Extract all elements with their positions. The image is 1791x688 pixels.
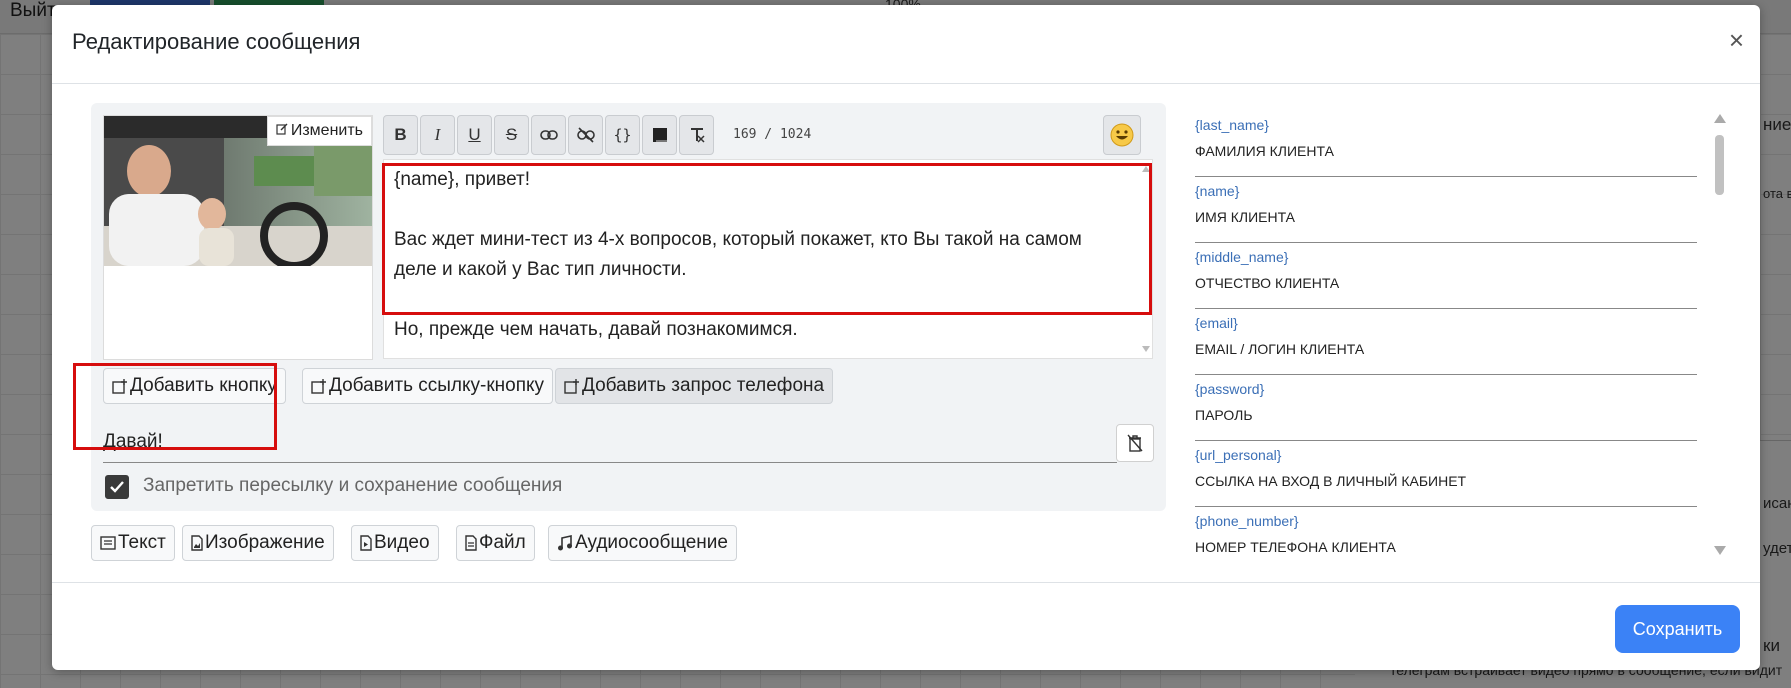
message-text-editor[interactable]: {name}, привет! Вас ждет мини-тест из 4-… [383,159,1153,359]
add-box-icon [564,379,579,394]
type-image-button[interactable]: Изображение [182,525,334,561]
link-icon [539,130,558,140]
text-icon [100,536,116,550]
emoji-button[interactable] [1103,115,1141,155]
modal-header: Редактирование сообщения × [52,5,1760,84]
edit-icon [276,122,288,140]
type-text-label: Текст [118,532,166,553]
variable-desc: ОТЧЕСТВО КЛИЕНТА [1195,275,1340,291]
type-text-button[interactable]: Текст [91,525,175,561]
editor-scrollbar[interactable] [1140,160,1152,358]
variable-key: {phone_number} [1195,513,1299,529]
type-audio-button[interactable]: Аудиосообщение [548,525,737,561]
add-link-button-label: Добавить ссылку-кнопку [329,375,545,396]
scroll-up-icon [1142,166,1150,172]
char-counter: 169 / 1024 [733,127,812,142]
add-button-button[interactable]: Добавить кнопку [103,368,286,404]
message-editor-card: Изменить B I U S {} 169 / 1024 {name}, п… [91,103,1166,511]
change-image-button[interactable]: Изменить [266,116,372,146]
variable-item[interactable]: {password} ПАРОЛЬ [1195,374,1697,441]
trash-icon [1127,434,1143,452]
underline-button[interactable]: U [457,115,492,155]
variable-key: {middle_name} [1195,249,1289,265]
forward-ban-checkbox[interactable] [105,475,129,499]
type-video-button[interactable]: Видео [351,525,439,561]
close-icon[interactable]: × [1729,25,1744,56]
variables-scrollbar[interactable] [1712,110,1726,560]
file-icon [465,535,477,551]
image-preview-box: Изменить [103,115,373,360]
clear-format-icon [690,128,705,143]
button-text-input[interactable]: Давай! [103,425,1117,463]
variable-item[interactable]: {phone_number} НОМЕР ТЕЛЕФОНА КЛИЕНТА [1195,506,1697,560]
message-line: Но, прежде чем начать, давай познакомимс… [394,319,798,340]
delete-button[interactable] [1116,424,1154,462]
type-audio-label: Аудиосообщение [575,532,728,553]
variable-desc: ФАМИЛИЯ КЛИЕНТА [1195,143,1334,159]
add-button-label: Добавить кнопку [130,375,277,396]
variable-item[interactable]: {email} EMAIL / ЛОГИН КЛИЕНТА [1195,308,1697,375]
variable-desc: ИМЯ КЛИЕНТА [1195,209,1296,225]
variable-key: {password} [1195,381,1265,397]
italic-button[interactable]: I [420,115,455,155]
code-button[interactable]: {} [605,115,640,155]
variable-key: {last_name} [1195,117,1269,133]
message-line [394,285,1114,315]
strikethrough-button[interactable]: S [494,115,529,155]
change-image-label: Изменить [290,122,363,139]
spoiler-icon [652,128,667,142]
type-video-label: Видео [374,532,430,553]
variable-key: {name} [1195,183,1240,199]
spoiler-button[interactable] [642,115,677,155]
scroll-down-icon [1142,346,1150,352]
bold-button[interactable]: B [383,115,418,155]
type-file-label: Файл [479,532,526,553]
unlink-icon [576,127,595,143]
message-text: {name}, привет! Вас ждет мини-тест из 4-… [394,165,1114,345]
scroll-down-icon[interactable] [1714,546,1726,555]
message-line: {name}, привет! [394,169,531,190]
type-image-label: Изображение [205,532,325,553]
clear-format-button[interactable] [679,115,714,155]
variable-key: {email} [1195,315,1238,331]
forward-ban-label[interactable]: Запретить пересылку и сохранение сообщен… [143,475,562,497]
variable-desc: ПАРОЛЬ [1195,407,1253,423]
unlink-button[interactable] [568,115,603,155]
video-file-icon [360,535,372,551]
message-line [394,195,1114,225]
link-button[interactable] [531,115,566,155]
scroll-up-icon[interactable] [1714,114,1726,123]
add-phone-request-label: Добавить запрос телефона [582,375,825,396]
variable-item[interactable]: {name} ИМЯ КЛИЕНТА [1195,176,1697,243]
image-file-icon [191,535,203,551]
variable-item[interactable]: {url_personal} ССЫЛКА НА ВХОД В ЛИЧНЫЙ К… [1195,440,1697,507]
type-file-button[interactable]: Файл [456,525,535,561]
check-icon [110,481,124,493]
variable-desc: НОМЕР ТЕЛЕФОНА КЛИЕНТА [1195,539,1396,555]
message-line: Вас ждет мини-тест из 4-х вопросов, кото… [394,229,1082,250]
modal-title: Редактирование сообщения [72,29,361,54]
music-note-icon [558,535,572,551]
variable-desc: EMAIL / ЛОГИН КЛИЕНТА [1195,341,1365,357]
scrollbar-thumb[interactable] [1715,135,1724,195]
modal-footer: Сохранить [52,582,1760,670]
smile-icon [1110,123,1134,147]
variable-item[interactable]: {last_name} ФАМИЛИЯ КЛИЕНТА [1195,110,1697,177]
message-line: деле и какой у Вас тип личности. [394,259,687,280]
save-button[interactable]: Сохранить [1615,605,1740,653]
add-link-button-button[interactable]: Добавить ссылку-кнопку [302,368,554,404]
variable-item[interactable]: {middle_name} ОТЧЕСТВО КЛИЕНТА [1195,242,1697,309]
variables-list: {last_name} ФАМИЛИЯ КЛИЕНТА {name} ИМЯ К… [1195,110,1703,560]
add-box-icon [112,379,127,394]
variable-desc: ССЫЛКА НА ВХОД В ЛИЧНЫЙ КАБИНЕТ [1195,473,1467,489]
variable-key: {url_personal} [1195,447,1282,463]
add-box-icon [311,379,326,394]
format-toolbar: B I U S {} 169 / 1024 [383,115,1153,155]
add-phone-request-button[interactable]: Добавить запрос телефона [555,368,834,404]
edit-message-modal: Редактирование сообщения × Изменить B I … [52,5,1760,670]
